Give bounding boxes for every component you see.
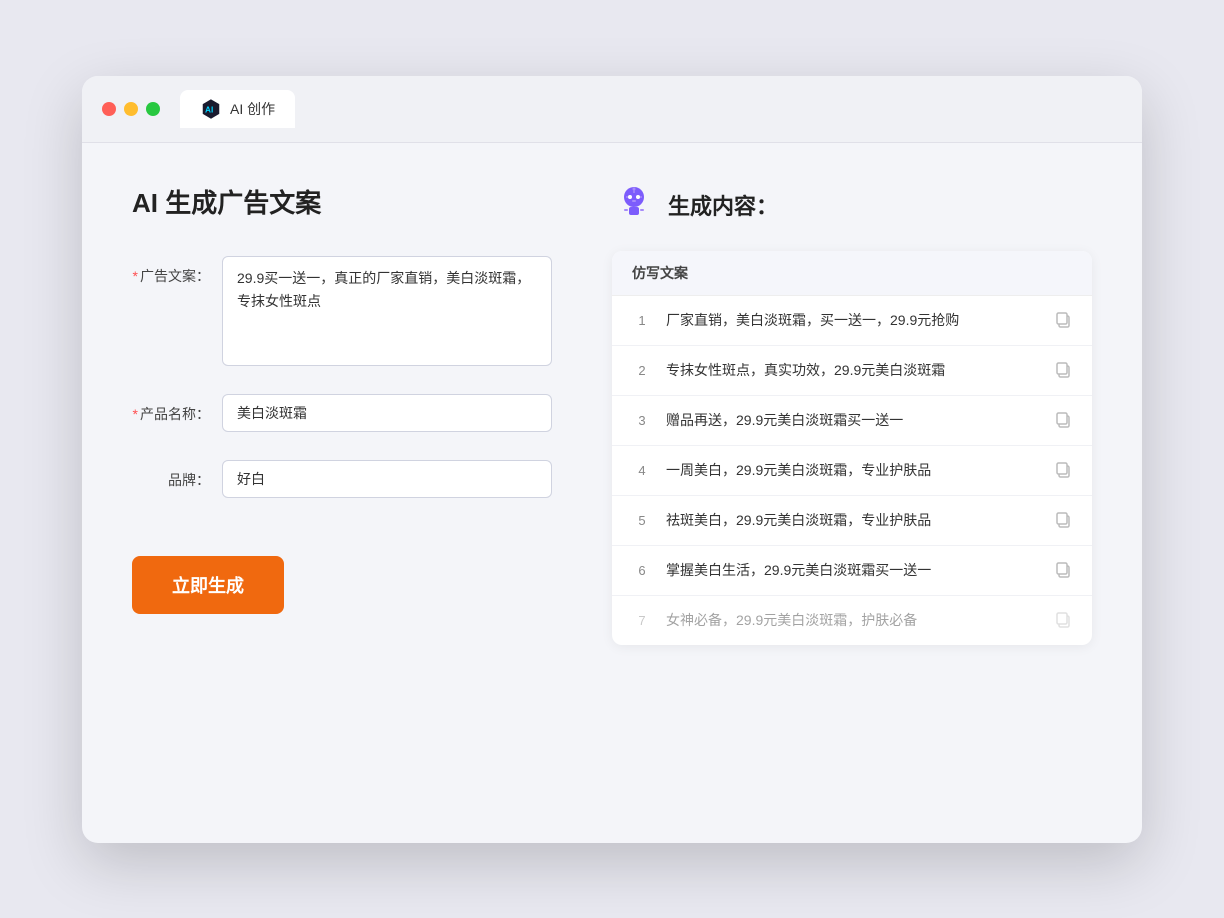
- ai-creation-tab[interactable]: AI AI 创作: [180, 90, 295, 128]
- result-row: 3 赠品再送，29.9元美白淡斑霜买一送一: [612, 396, 1092, 446]
- maximize-button[interactable]: [146, 102, 160, 116]
- result-row: 6 掌握美白生活，29.9元美白淡斑霜买一送一: [612, 546, 1092, 596]
- brand-input[interactable]: 好白: [222, 460, 552, 498]
- brand-label: 品牌：: [132, 460, 222, 490]
- product-name-group: *产品名称： 美白淡斑霜: [132, 394, 552, 432]
- result-row: 2 专抹女性斑点，真实功效，29.9元美白淡斑霜: [612, 346, 1092, 396]
- ad-copy-input[interactable]: 29.9买一送一，真正的厂家直销，美白淡斑霜，专抹女性斑点: [222, 256, 552, 366]
- table-header: 仿写文案: [612, 251, 1092, 296]
- row-text: 女神必备，29.9元美白淡斑霜，护肤必备: [666, 610, 1040, 631]
- title-bar: AI AI 创作: [82, 76, 1142, 143]
- right-header: 生成内容：: [612, 183, 1092, 227]
- row-number: 2: [632, 363, 652, 378]
- row-text: 厂家直销，美白淡斑霜，买一送一，29.9元抢购: [666, 310, 1040, 331]
- results-table: 仿写文案 1 厂家直销，美白淡斑霜，买一送一，29.9元抢购 2 专抹女性斑点，…: [612, 251, 1092, 645]
- row-number: 4: [632, 463, 652, 478]
- copy-icon[interactable]: [1054, 561, 1072, 579]
- copy-icon[interactable]: [1054, 411, 1072, 429]
- page-title: AI 生成广告文案: [132, 183, 552, 220]
- ad-copy-group: *广告文案： 29.9买一送一，真正的厂家直销，美白淡斑霜，专抹女性斑点: [132, 256, 552, 366]
- row-number: 3: [632, 413, 652, 428]
- product-name-input[interactable]: 美白淡斑霜: [222, 394, 552, 432]
- result-row: 1 厂家直销，美白淡斑霜，买一送一，29.9元抢购: [612, 296, 1092, 346]
- copy-icon[interactable]: [1054, 311, 1072, 329]
- copy-icon[interactable]: [1054, 461, 1072, 479]
- row-number: 1: [632, 313, 652, 328]
- right-panel: 生成内容： 仿写文案 1 厂家直销，美白淡斑霜，买一送一，29.9元抢购 2 专…: [612, 183, 1092, 803]
- required-star-ad: *: [133, 268, 138, 284]
- right-panel-title: 生成内容：: [668, 189, 778, 221]
- left-panel: AI 生成广告文案 *广告文案： 29.9买一送一，真正的厂家直销，美白淡斑霜，…: [132, 183, 552, 803]
- copy-icon[interactable]: [1054, 361, 1072, 379]
- result-row: 7 女神必备，29.9元美白淡斑霜，护肤必备: [612, 596, 1092, 645]
- results-container: 1 厂家直销，美白淡斑霜，买一送一，29.9元抢购 2 专抹女性斑点，真实功效，…: [612, 296, 1092, 645]
- required-star-product: *: [133, 406, 138, 422]
- copy-icon[interactable]: [1054, 511, 1072, 529]
- generate-button[interactable]: 立即生成: [132, 556, 284, 614]
- ad-copy-label: *广告文案：: [132, 256, 222, 286]
- row-text: 专抹女性斑点，真实功效，29.9元美白淡斑霜: [666, 360, 1040, 381]
- close-button[interactable]: [102, 102, 116, 116]
- tab-label: AI 创作: [230, 99, 275, 119]
- row-text: 赠品再送，29.9元美白淡斑霜买一送一: [666, 410, 1040, 431]
- row-number: 5: [632, 513, 652, 528]
- main-content: AI 生成广告文案 *广告文案： 29.9买一送一，真正的厂家直销，美白淡斑霜，…: [82, 143, 1142, 843]
- row-number: 6: [632, 563, 652, 578]
- browser-window: AI AI 创作 AI 生成广告文案 *广告文案： 29.9买一送一，真正的厂家…: [82, 76, 1142, 843]
- brand-group: 品牌： 好白: [132, 460, 552, 498]
- row-text: 祛斑美白，29.9元美白淡斑霜，专业护肤品: [666, 510, 1040, 531]
- row-number: 7: [632, 613, 652, 628]
- traffic-lights: [102, 102, 160, 116]
- product-name-label: *产品名称：: [132, 394, 222, 424]
- ai-tab-icon: AI: [200, 98, 222, 120]
- copy-icon[interactable]: [1054, 611, 1072, 629]
- result-row: 4 一周美白，29.9元美白淡斑霜，专业护肤品: [612, 446, 1092, 496]
- result-row: 5 祛斑美白，29.9元美白淡斑霜，专业护肤品: [612, 496, 1092, 546]
- minimize-button[interactable]: [124, 102, 138, 116]
- robot-icon: [612, 183, 656, 227]
- row-text: 掌握美白生活，29.9元美白淡斑霜买一送一: [666, 560, 1040, 581]
- row-text: 一周美白，29.9元美白淡斑霜，专业护肤品: [666, 460, 1040, 481]
- svg-text:AI: AI: [205, 105, 213, 114]
